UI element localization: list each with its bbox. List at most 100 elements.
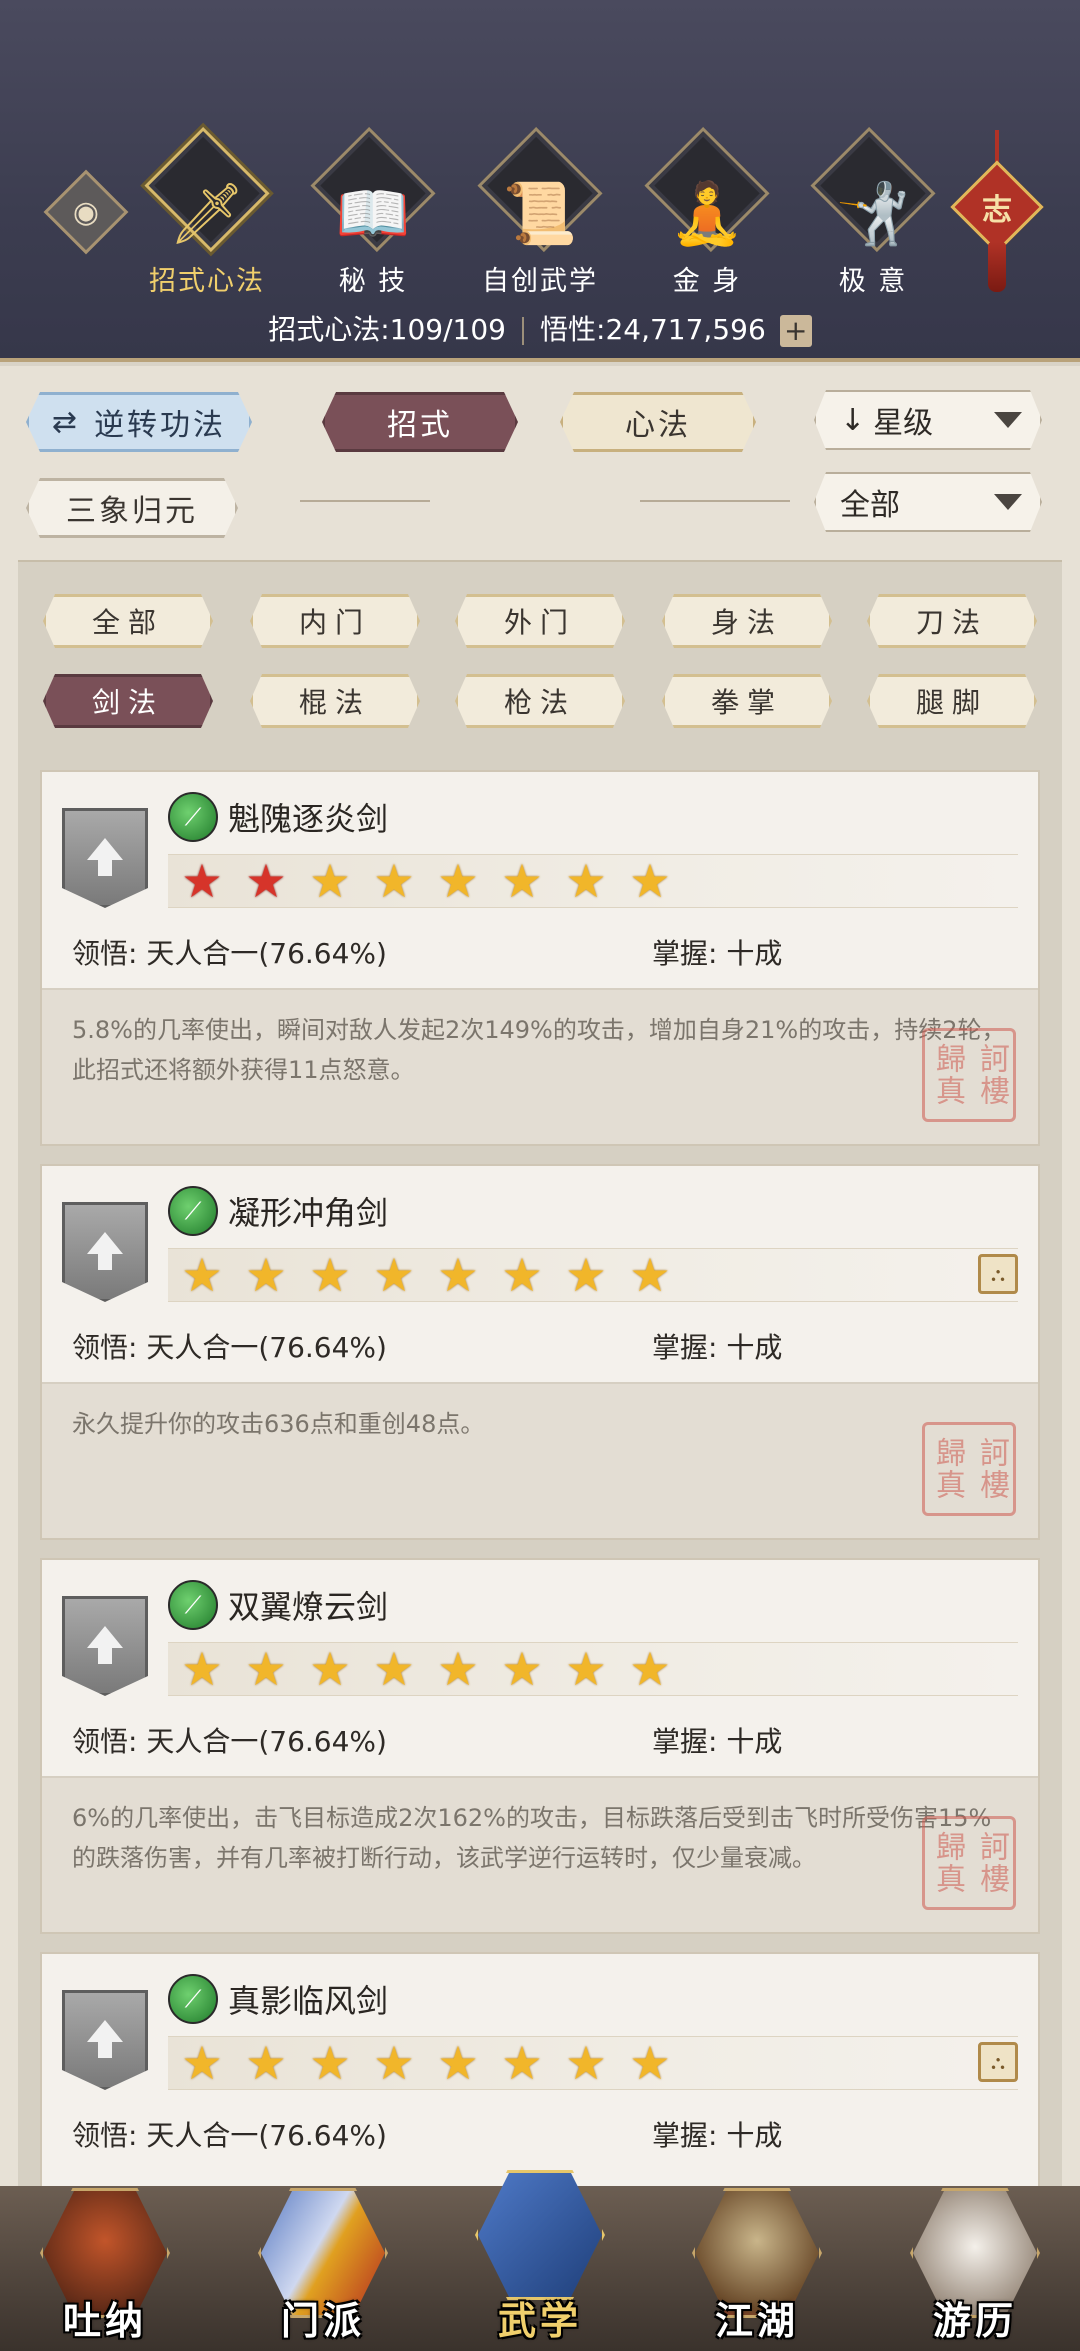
type-filter-dropdown[interactable]: 全部: [814, 472, 1042, 532]
skill-card[interactable]: ⟋ 双翼燎云剑 ★ ★ ★ ★ ★ ★ ★ ★ 领悟: 天人合一(76.64%) 掌握: 十成…: [40, 1558, 1040, 1934]
stats-divider: [522, 317, 524, 345]
gold-star-icon: ★: [309, 1642, 351, 1696]
zhi-label: 志: [982, 193, 1012, 228]
gold-star-icon: ★: [181, 1248, 223, 1302]
comprehension-value: 天人合一(76.64%): [146, 1725, 387, 1758]
tab-miji[interactable]: 📖 秘 技: [308, 126, 438, 298]
add-insight-button[interactable]: +: [779, 315, 812, 347]
skill-description: 6%的几率使出，击飞目标造成2次162%的攻击，目标跌落后受到击飞时所受伤害15…: [42, 1776, 1038, 1932]
book-icon: 📖: [335, 178, 411, 249]
gold-star-icon: ★: [309, 1248, 351, 1302]
sword-type-icon: ⟋: [168, 1186, 218, 1236]
gold-star-icon: ★: [245, 1248, 287, 1302]
upgrade-rank-icon[interactable]: [62, 1202, 148, 1302]
tab-methods[interactable]: 心法: [560, 392, 756, 452]
manual-scroll-icon[interactable]: ⛬: [978, 2042, 1018, 2082]
tassel: [988, 242, 1006, 292]
star-rating: ★ ★ ★ ★ ★ ★ ★ ★: [168, 1248, 1018, 1302]
mastery: 掌握: 十成: [652, 2114, 782, 2154]
tab-jiyi[interactable]: 🤺 极 意: [808, 126, 938, 298]
comprehension-label: 领悟:: [72, 1725, 138, 1758]
comprehension-value: 天人合一(76.64%): [146, 2119, 387, 2152]
insight-value: 24,717,596: [605, 313, 766, 346]
gold-star-icon: ★: [565, 2036, 607, 2090]
nav-tuna[interactable]: 吐纳: [30, 2180, 180, 2351]
filter-chip[interactable]: 腿脚: [867, 674, 1037, 728]
filter-chip[interactable]: 拳掌: [662, 674, 832, 728]
red-star-icon: ★: [245, 854, 287, 908]
filter-chip[interactable]: 枪法: [455, 674, 625, 728]
stats-bar: 招式心法:109/109 悟性:24,717,596 +: [0, 308, 1080, 348]
gold-star-icon: ★: [437, 854, 479, 908]
tab-zhaoshi-xinfa[interactable]: 🗡 招式心法: [142, 126, 272, 298]
mastery-value: 十成: [726, 1725, 783, 1758]
upgrade-rank-icon[interactable]: [62, 1596, 148, 1696]
skill-card[interactable]: ⟋ 魁隗逐炎剑 ★ ★ ★ ★ ★ ★ ★ ★ 领悟: 天人合一(76.64%) 掌握: 十成…: [40, 770, 1040, 1146]
manual-scroll-icon[interactable]: ⛬: [978, 1254, 1018, 1294]
mastery: 掌握: 十成: [652, 1720, 782, 1760]
gold-star-icon: ★: [373, 1248, 415, 1302]
skill-description-text: 5.8%的几率使出，瞬间对敌人发起2次149%的攻击，增加自身21%的攻击，持续…: [72, 1016, 1006, 1084]
skill-description: 永久提升你的攻击636点和重创48点。 訶樓歸真: [42, 1382, 1038, 1538]
nav-label: 游历: [932, 2299, 1017, 2343]
red-star-icon: ★: [181, 854, 223, 908]
seal-stamp: 訶樓歸真: [922, 1028, 1016, 1122]
filter-chip[interactable]: 外门: [455, 594, 625, 648]
seal-stamp: 訶樓歸真: [922, 1816, 1016, 1910]
reverse-technique-button[interactable]: ⇄ 逆转功法: [26, 392, 252, 452]
visibility-toggle-button[interactable]: ◉: [43, 169, 129, 255]
nav-youli[interactable]: 游历: [900, 2180, 1050, 2351]
insight-label: 悟性:: [540, 313, 606, 346]
gold-star-icon: ★: [565, 1248, 607, 1302]
divider: [300, 500, 430, 502]
divider: [640, 500, 790, 502]
tab-moves[interactable]: 招式: [322, 392, 518, 452]
chevron-down-icon: [994, 494, 1022, 510]
comprehension-label: 领悟:: [72, 2119, 138, 2152]
mastery-label: 掌握:: [652, 1331, 718, 1364]
zhi-charm-button[interactable]: 志: [950, 160, 1044, 254]
gold-star-icon: ★: [373, 854, 415, 908]
chevron-down-icon: [994, 412, 1022, 428]
nav-label: 吐纳: [62, 2299, 147, 2343]
nav-wuxue[interactable]: 武学: [465, 2170, 615, 2351]
filter-chip[interactable]: 内门: [250, 594, 420, 648]
star-rating: ★ ★ ★ ★ ★ ★ ★ ★: [168, 1642, 1018, 1696]
gold-star-icon: ★: [501, 854, 543, 908]
filter-chip[interactable]: 棍法: [250, 674, 420, 728]
sanxiang-guiyuan-button[interactable]: 三象归元: [26, 478, 238, 538]
tab-zichuang-wuxue[interactable]: 📜 自创武学: [475, 126, 605, 298]
filter-chip[interactable]: 身法: [662, 594, 832, 648]
upgrade-rank-icon[interactable]: [62, 1990, 148, 2090]
comprehension: 领悟: 天人合一(76.64%): [72, 1720, 387, 1760]
nav-menpai[interactable]: 门派: [248, 2180, 398, 2351]
sword-type-icon: ⟋: [168, 1580, 218, 1630]
gold-star-icon: ★: [501, 2036, 543, 2090]
skill-description-text: 永久提升你的攻击636点和重创48点。: [72, 1410, 485, 1438]
skill-card[interactable]: ⟋ 真影临风剑 ★ ★ ★ ★ ★ ★ ★ ★ ⛬ 领悟: 天人合一(76.64%) 掌握: …: [40, 1952, 1040, 2186]
sword-type-icon: ⟋: [168, 1974, 218, 2024]
sort-dropdown-value: 星级: [873, 406, 934, 441]
mastery-value: 十成: [726, 1331, 783, 1364]
skill-name: 真影临风剑: [228, 1982, 389, 2020]
comprehension-label: 领悟:: [72, 937, 138, 970]
skill-card[interactable]: ⟋ 凝形冲角剑 ★ ★ ★ ★ ★ ★ ★ ★ ⛬ 领悟: 天人合一(76.64%) 掌握: …: [40, 1164, 1040, 1540]
nav-label: 江湖: [714, 2299, 799, 2343]
comprehension-value: 天人合一(76.64%): [146, 1331, 387, 1364]
sort-dropdown[interactable]: ↓ 星级: [814, 390, 1042, 450]
nav-jianghu[interactable]: 江湖: [682, 2180, 832, 2351]
skill-description: 5.8%的几率使出，瞬间对敌人发起2次149%的攻击，增加自身21%的攻击，持续…: [42, 988, 1038, 1144]
filter-chip[interactable]: 全部: [43, 594, 213, 648]
gold-star-icon: ★: [373, 2036, 415, 2090]
gold-star-icon: ★: [309, 854, 351, 908]
gold-star-icon: ★: [501, 1248, 543, 1302]
mastery-label: 掌握:: [652, 937, 718, 970]
nav-label: 武学: [497, 2299, 582, 2343]
filter-chip[interactable]: 刀法: [867, 594, 1037, 648]
comprehension-value: 天人合一(76.64%): [146, 937, 387, 970]
gold-star-icon: ★: [501, 1642, 543, 1696]
upgrade-rank-icon[interactable]: [62, 808, 148, 908]
tab-jinshen[interactable]: 🧘 金 身: [642, 126, 772, 298]
filter-chip[interactable]: 剑法: [43, 674, 213, 728]
gold-star-icon: ★: [629, 2036, 671, 2090]
